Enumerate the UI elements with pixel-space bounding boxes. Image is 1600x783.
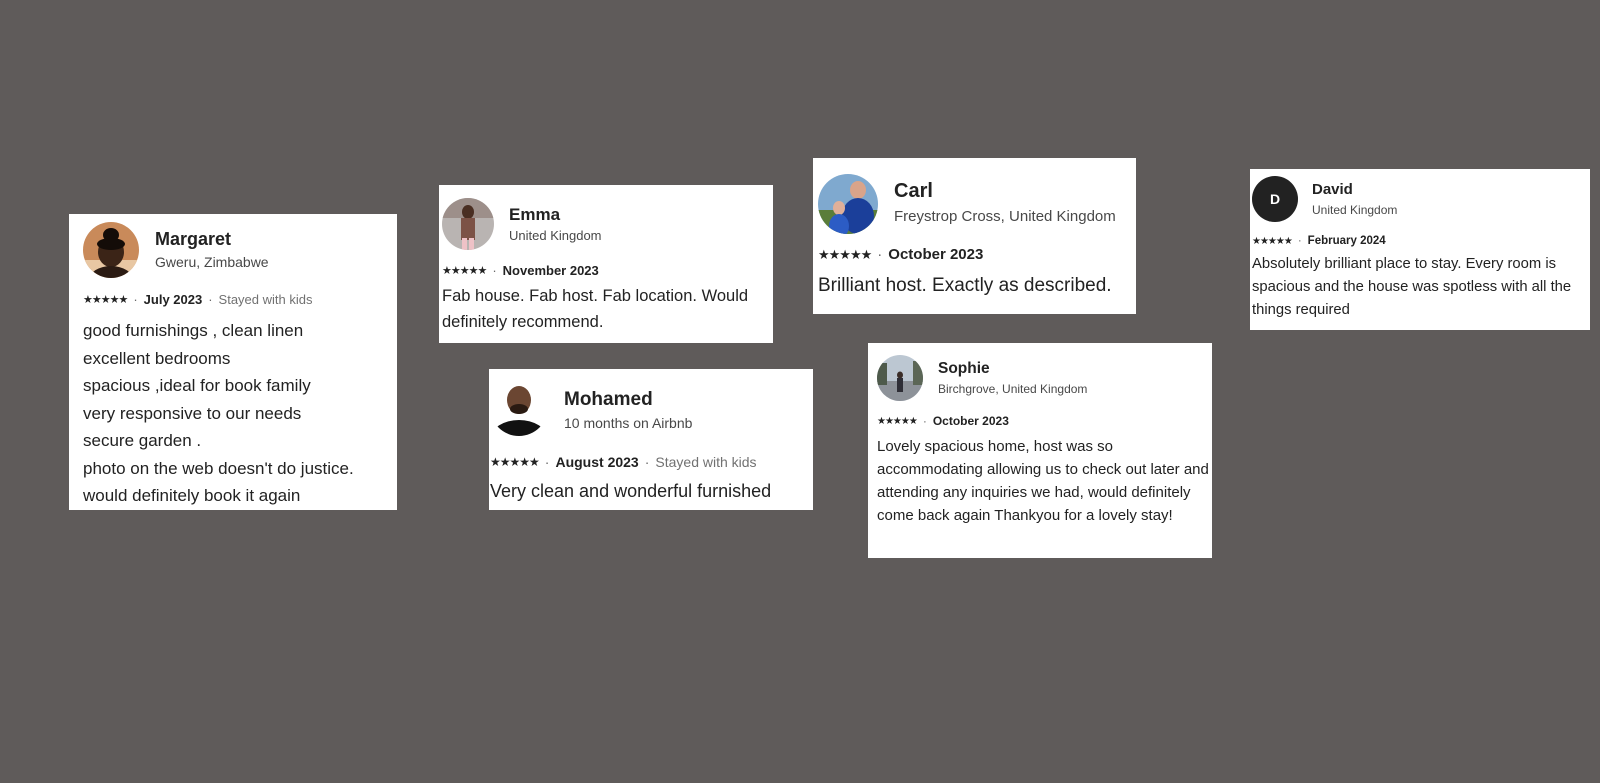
- star-rating-icon: ★★★★★: [818, 246, 872, 262]
- review-card-sophie: Sophie Birchgrove, United Kingdom ★★★★★ …: [868, 343, 1212, 558]
- review-line: photo on the web doesn't do justice.: [83, 458, 354, 478]
- star-rating-icon: ★★★★★: [490, 455, 540, 469]
- review-date: October 2023: [932, 414, 1009, 428]
- avatar[interactable]: [818, 174, 878, 234]
- review-meta: ★★★★★ · July 2023 · Stayed with kids: [83, 292, 312, 307]
- reviewer-name: Mohamed: [564, 389, 653, 410]
- review-card-carl: Carl Freystrop Cross, United Kingdom ★★★…: [813, 158, 1136, 314]
- reviewer-name: Sophie: [938, 360, 990, 377]
- review-meta: ★★★★★ · November 2023: [442, 263, 599, 278]
- avatar[interactable]: [490, 378, 548, 436]
- review-line: would definitely book it again: [83, 486, 301, 505]
- separator-dot: ·: [208, 292, 213, 307]
- profile-photo-icon: [83, 222, 139, 278]
- review-text: Lovely spacious home, host was so accomm…: [877, 438, 1209, 524]
- star-rating-icon: ★★★★★: [1252, 235, 1293, 247]
- review-date: October 2023: [888, 246, 984, 263]
- reviewer-name: Margaret: [155, 229, 232, 249]
- review-meta: ★★★★★ · February 2024: [1252, 235, 1386, 247]
- review-card-david: D David United Kingdom ★★★★★ · February …: [1250, 169, 1590, 330]
- star-rating-icon: ★★★★★: [442, 265, 487, 277]
- reviewer-name: Emma: [509, 205, 561, 224]
- reviewer-name: Carl: [894, 180, 933, 202]
- reviewer-name: David: [1312, 181, 1353, 198]
- trip-type: Stayed with kids: [655, 454, 757, 470]
- review-meta: ★★★★★ · October 2023: [877, 414, 1009, 428]
- avatar[interactable]: [877, 355, 923, 401]
- reviewer-location: United Kingdom: [509, 228, 602, 243]
- review-line: good furnishings , clean linen: [83, 321, 304, 340]
- review-text: Absolutely brilliant place to stay. Ever…: [1252, 256, 1572, 318]
- reviewer-location: Birchgrove, United Kingdom: [938, 382, 1088, 396]
- separator-dot: ·: [1297, 235, 1302, 247]
- profile-photo-icon: [877, 355, 923, 401]
- reviewer-location: 10 months on Airbnb: [564, 415, 693, 431]
- reviewer-location: Freystrop Cross, United Kingdom: [894, 208, 1116, 225]
- review-meta: ★★★★★ · October 2023: [818, 246, 983, 263]
- review-line: excellent bedrooms: [83, 348, 231, 368]
- review-text: good furnishings , clean linen excellent…: [83, 317, 395, 510]
- separator-dot: ·: [644, 454, 650, 470]
- star-rating-icon: ★★★★★: [83, 294, 128, 306]
- review-text: Fab house. Fab host. Fab location. Would…: [442, 287, 749, 331]
- star-rating-icon: ★★★★★: [877, 415, 918, 427]
- review-line: spacious ,ideal for book family: [83, 376, 311, 395]
- review-card-mohamed: Mohamed 10 months on Airbnb ★★★★★ · Augu…: [489, 369, 813, 510]
- review-line: very responsive to our needs: [83, 403, 302, 423]
- separator-dot: ·: [133, 292, 138, 307]
- review-card-margaret: Margaret Gweru, Zimbabwe ★★★★★ · July 20…: [69, 214, 397, 510]
- avatar[interactable]: [442, 198, 494, 250]
- review-text: Very clean and wonderful furnished: [490, 481, 772, 501]
- review-date: August 2023: [555, 454, 639, 470]
- separator-dot: ·: [877, 246, 883, 263]
- review-date: February 2024: [1307, 235, 1386, 247]
- review-line: secure garden .: [83, 431, 202, 450]
- separator-dot: ·: [492, 263, 497, 278]
- profile-photo-icon: [442, 198, 494, 250]
- avatar[interactable]: D: [1252, 176, 1298, 222]
- review-card-emma: Emma United Kingdom ★★★★★ · November 202…: [439, 185, 773, 343]
- review-date: November 2023: [502, 263, 599, 278]
- profile-photo-icon: [490, 378, 548, 436]
- separator-dot: ·: [922, 414, 927, 428]
- review-text: Brilliant host. Exactly as described.: [818, 275, 1112, 296]
- separator-dot: ·: [544, 454, 550, 470]
- reviewer-location: United Kingdom: [1312, 203, 1398, 217]
- profile-photo-icon: [818, 174, 878, 234]
- reviewer-location: Gweru, Zimbabwe: [155, 254, 269, 270]
- trip-type: Stayed with kids: [218, 292, 313, 307]
- review-meta: ★★★★★ · August 2023 · Stayed with kids: [490, 454, 757, 470]
- review-date: July 2023: [143, 292, 203, 307]
- avatar[interactable]: [83, 222, 139, 278]
